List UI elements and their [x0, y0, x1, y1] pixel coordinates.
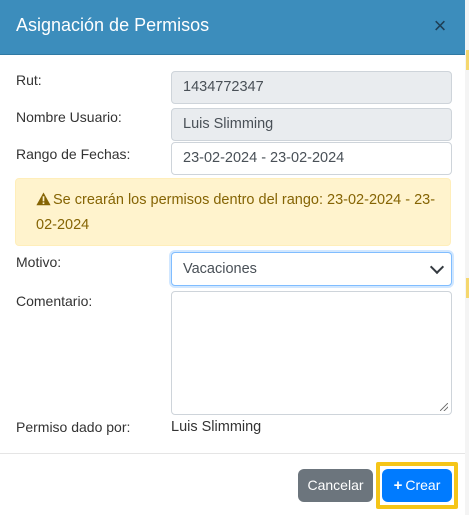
create-button-label: Crear [405, 477, 441, 493]
motivo-selected-value: Vacaciones [183, 261, 257, 277]
plus-icon: + [393, 477, 403, 494]
date-range-input[interactable]: 23-02-2024 - 23-02-2024 [171, 142, 452, 175]
cancel-button[interactable]: Cancelar [298, 469, 373, 502]
close-icon[interactable]: × [429, 14, 451, 38]
footer-divider [0, 453, 465, 454]
rut-label: Rut: [16, 72, 42, 88]
nombre-usuario-input[interactable]: Luis Slimming [171, 108, 452, 141]
permiso-dado-por-label: Permiso dado por: [16, 419, 131, 435]
comentario-label: Comentario: [16, 293, 93, 309]
resize-handle-icon[interactable] [440, 403, 448, 411]
chevron-down-icon [429, 259, 445, 275]
create-button[interactable]: + Crear [382, 469, 452, 502]
alert-text: Se crearán los permisos dentro del rango… [36, 192, 436, 233]
background-edge [465, 0, 469, 515]
rut-input[interactable]: 1434772347 [171, 71, 452, 104]
permiso-dado-por-value: Luis Slimming [171, 419, 262, 435]
permission-modal: Asignación de Permisos × Rut: 1434772347… [0, 0, 466, 515]
range-warning-alert: Se crearán los permisos dentro del rango… [15, 178, 451, 246]
rango-fechas-label: Rango de Fechas: [16, 146, 131, 162]
motivo-select[interactable]: Vacaciones [171, 252, 452, 286]
modal-title: Asignación de Permisos [16, 15, 210, 35]
warning-icon [36, 191, 51, 214]
motivo-label: Motivo: [16, 254, 62, 270]
modal-header: Asignación de Permisos × [0, 0, 465, 55]
comentario-textarea[interactable] [171, 291, 452, 415]
nombre-usuario-label: Nombre Usuario: [16, 109, 122, 125]
